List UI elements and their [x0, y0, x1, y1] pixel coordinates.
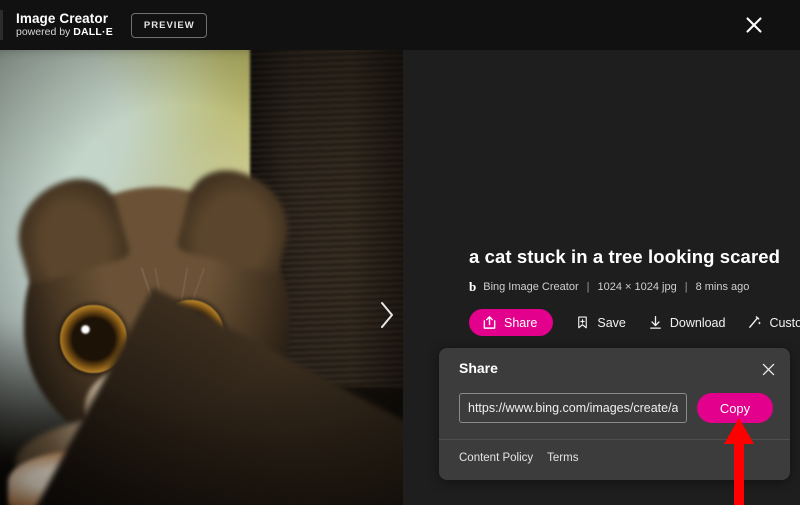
metadata-dimensions: 1024 × 1024 jpg: [597, 280, 677, 293]
terms-link[interactable]: Terms: [547, 452, 578, 464]
image-vignette: [0, 50, 403, 505]
metadata-separator-2: |: [684, 280, 688, 293]
app-subtitle: powered by DALL·E: [16, 27, 113, 38]
app-header: Image Creator powered by DALL·E PREVIEW: [0, 0, 800, 50]
brand-accent-bar: [0, 10, 3, 40]
copy-button[interactable]: Copy: [697, 393, 773, 423]
generated-image: [0, 50, 403, 505]
share-button[interactable]: Share: [469, 309, 554, 336]
image-stage[interactable]: [0, 50, 403, 505]
share-dialog-title: Share: [459, 360, 498, 376]
customize-button[interactable]: Customize: [747, 315, 800, 330]
share-url-input[interactable]: [459, 393, 687, 423]
share-dialog-close-button[interactable]: [757, 358, 779, 380]
next-image-button[interactable]: [374, 298, 400, 332]
close-icon: [762, 363, 774, 375]
save-button[interactable]: Save: [575, 315, 626, 330]
action-bar: Share Save Download Custo: [469, 309, 800, 336]
chevron-right-icon: [381, 302, 393, 328]
bing-logo-icon: b: [469, 279, 477, 294]
brand-block: Image Creator powered by DALL·E: [16, 10, 113, 38]
download-icon: [650, 316, 661, 329]
image-creator-viewer: Image Creator powered by DALL·E PREVIEW: [0, 0, 800, 505]
magic-wand-icon: [749, 316, 762, 328]
metadata-time: 8 mins ago: [695, 280, 750, 293]
close-icon: [746, 17, 762, 33]
app-title: Image Creator: [16, 10, 109, 26]
share-dialog: Share Copy Content Policy Terms: [439, 348, 790, 480]
metadata-source: Bing Image Creator: [483, 280, 579, 293]
download-button-label: Download: [669, 315, 726, 330]
content-policy-link[interactable]: Content Policy: [459, 452, 533, 464]
share-icon: [483, 316, 496, 329]
close-button[interactable]: [740, 11, 768, 39]
share-dialog-divider: [439, 439, 790, 440]
save-bookmark-icon: [578, 316, 588, 329]
save-button-label: Save: [597, 315, 626, 330]
download-button[interactable]: Download: [648, 315, 726, 330]
preview-badge[interactable]: PREVIEW: [130, 12, 207, 38]
customize-button-label: Customize: [769, 315, 800, 330]
metadata-separator-1: |: [586, 280, 590, 293]
share-button-label: Share: [504, 315, 538, 330]
app-subtitle-prefix: powered by: [16, 26, 74, 39]
share-dialog-footer: Content Policy Terms: [459, 452, 578, 464]
app-subtitle-dalle: DALL·E: [73, 26, 113, 39]
image-prompt-title: a cat stuck in a tree looking scared: [469, 246, 781, 267]
image-metadata: b Bing Image Creator | 1024 × 1024 jpg |…: [469, 280, 749, 293]
